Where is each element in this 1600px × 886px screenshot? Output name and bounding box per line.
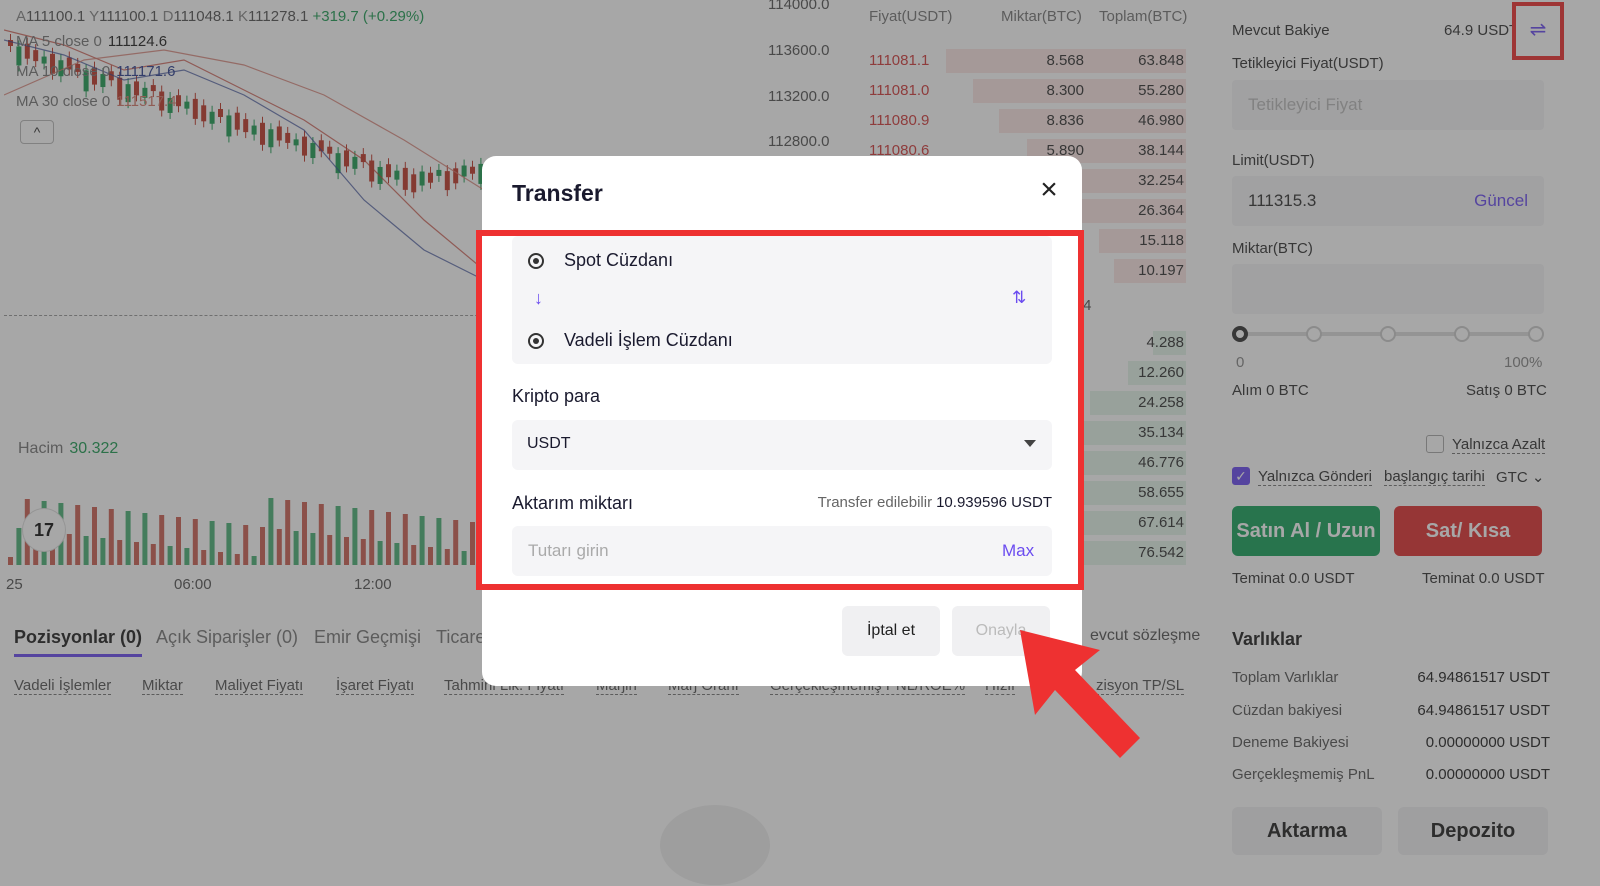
close-icon[interactable]: ×	[1034, 175, 1064, 206]
radio-icon	[528, 253, 544, 269]
swap-wallets-icon[interactable]: ⇅	[1012, 288, 1026, 308]
to-wallet-select[interactable]: Vadeli İşlem Cüzdanı	[564, 330, 733, 351]
transferable-info: Transfer edilebilir 10.939596 USDT	[817, 494, 1052, 511]
max-button[interactable]: Max	[1002, 541, 1034, 561]
arrow-down-icon: ↓	[534, 288, 543, 308]
transfer-modal: Transfer × Spot Cüzdanı ↓ ⇅ Vadeli İşlem…	[482, 156, 1082, 686]
amount-label: Aktarım miktarı	[512, 493, 634, 513]
modal-title: Transfer	[512, 180, 603, 206]
crypto-label: Kripto para	[512, 386, 601, 406]
confirm-button[interactable]: Onayla	[952, 606, 1050, 656]
from-wallet-select[interactable]: Spot Cüzdanı	[564, 250, 673, 271]
crypto-select[interactable]: USDT	[512, 420, 1052, 470]
cancel-button[interactable]: İptal et	[842, 606, 940, 656]
wallet-direction-box: Spot Cüzdanı ↓ ⇅ Vadeli İşlem Cüzdanı	[512, 236, 1052, 364]
radio-icon	[528, 333, 544, 349]
amount-input[interactable]	[512, 526, 1052, 576]
crypto-value: USDT	[527, 435, 571, 452]
caret-down-icon	[1024, 440, 1036, 447]
